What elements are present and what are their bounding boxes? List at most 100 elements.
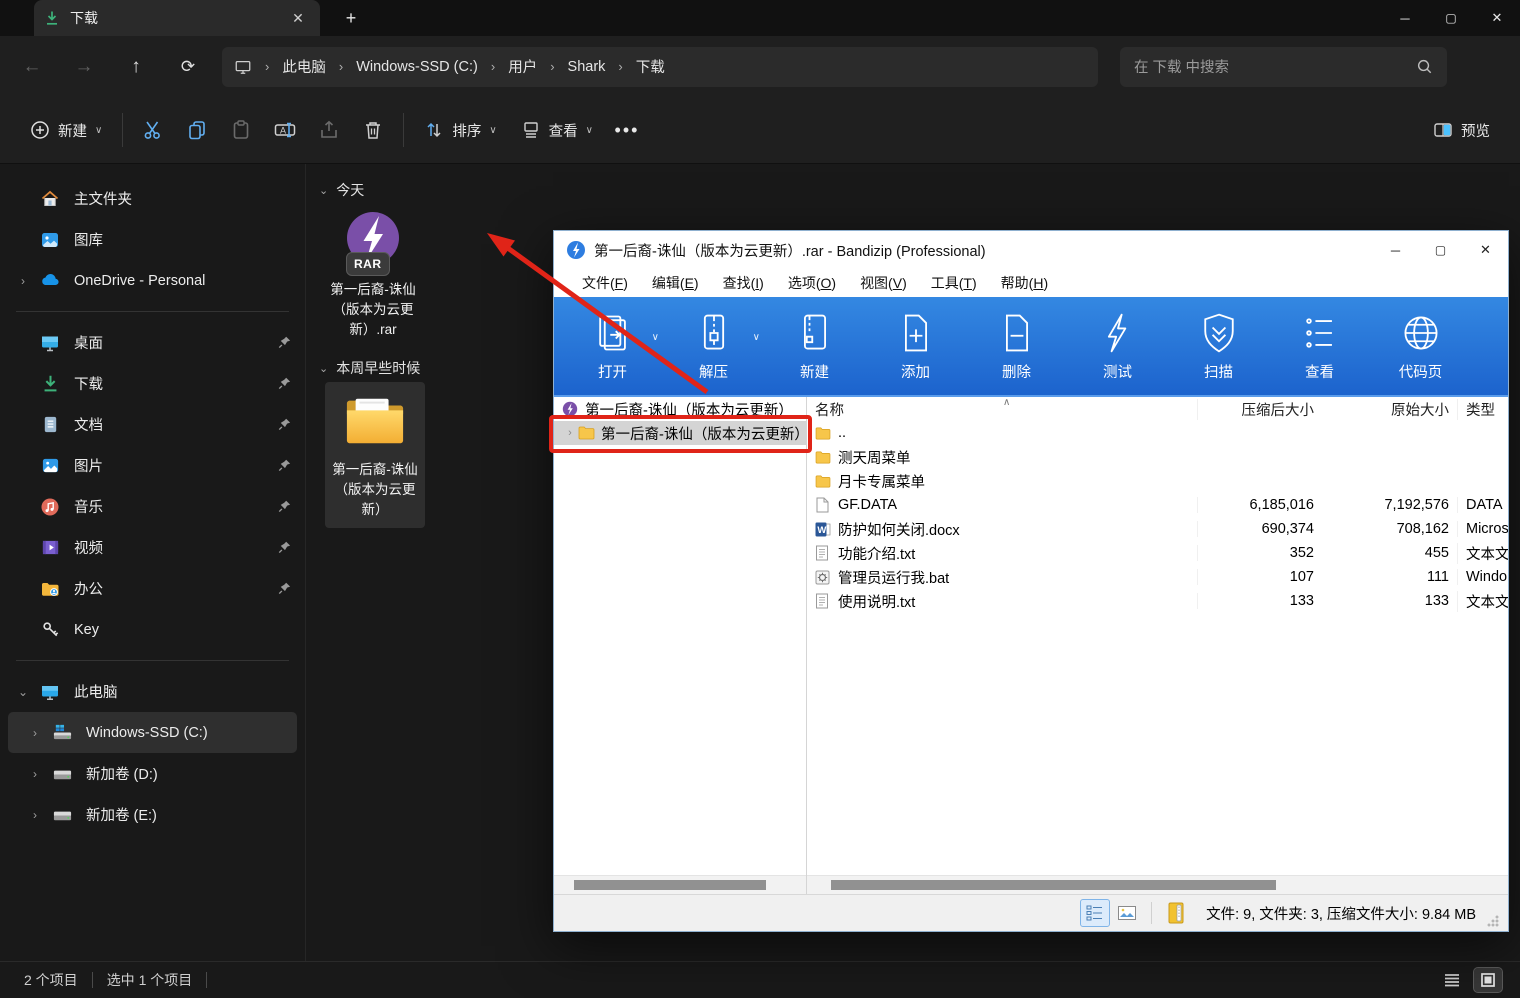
- menu-find[interactable]: 查找(I): [711, 273, 776, 293]
- tree-root-archive[interactable]: 第一后裔-诛仙（版本为云更新）: [554, 397, 806, 421]
- list-row-file[interactable]: GF.DATA 6,185,016 7,192,576 DATA: [807, 493, 1508, 517]
- bandizip-title-bar[interactable]: 第一后裔-诛仙（版本为云更新）.rar - Bandizip (Professi…: [554, 231, 1508, 269]
- breadcrumb-drive-c[interactable]: Windows-SSD (C:): [354, 57, 480, 77]
- sidebar-item-documents[interactable]: 文档: [8, 404, 297, 445]
- refresh-button[interactable]: ⟳: [168, 47, 208, 87]
- test-button[interactable]: 测试: [1067, 302, 1168, 390]
- list-row-folder[interactable]: 月卡专属菜单: [807, 469, 1508, 493]
- share-button[interactable]: [307, 108, 351, 152]
- sidebar-item-volume-e[interactable]: › 新加卷 (E:): [8, 794, 297, 835]
- sidebar-item-videos[interactable]: 视频: [8, 527, 297, 568]
- file-item-folder[interactable]: 第一后裔-诛仙（版本为云更新）: [325, 382, 425, 528]
- view-list-button[interactable]: 查看: [1269, 302, 1370, 390]
- image-preview-toggle[interactable]: [1113, 900, 1141, 926]
- tree-horizontal-scrollbar[interactable]: [554, 875, 806, 894]
- menu-view[interactable]: 视图(V): [848, 273, 919, 293]
- sidebar-item-office[interactable]: 办公: [8, 568, 297, 609]
- rename-button[interactable]: A: [263, 108, 307, 152]
- sidebar-item-home[interactable]: 主文件夹: [8, 178, 297, 219]
- list-row-parent-dir[interactable]: ..: [807, 421, 1508, 445]
- paste-button[interactable]: [219, 108, 263, 152]
- chevron-down-icon[interactable]: ∨: [652, 332, 659, 343]
- column-header-packed-size[interactable]: 压缩后大小: [1197, 398, 1322, 420]
- list-horizontal-scrollbar[interactable]: [807, 875, 1508, 894]
- text-file-icon: [815, 593, 832, 609]
- breadcrumb-this-pc[interactable]: 此电脑: [280, 54, 328, 79]
- explorer-tab-downloads[interactable]: 下载 ✕: [34, 0, 320, 36]
- sidebar-item-windows-ssd-c[interactable]: › Windows-SSD (C:): [8, 712, 297, 753]
- new-archive-button[interactable]: 新建: [764, 302, 865, 390]
- file-item-rar[interactable]: RAR 第一后裔-诛仙（版本为云更新）.rar: [325, 206, 421, 340]
- column-header-type[interactable]: 类型: [1457, 398, 1508, 420]
- sidebar-item-onedrive[interactable]: › OneDrive - Personal: [8, 260, 297, 301]
- batch-file-icon: [815, 569, 832, 585]
- menu-edit[interactable]: 编辑(E): [640, 273, 711, 293]
- address-bar[interactable]: › 此电脑 › Windows-SSD (C:) › 用户 › Shark › …: [222, 46, 1098, 87]
- list-row-file[interactable]: W 防护如何关闭.docx 690,374 708,162 Micros: [807, 517, 1508, 541]
- view-button[interactable]: 查看 ∨: [509, 112, 605, 149]
- new-tab-button[interactable]: +: [336, 4, 366, 32]
- new-button[interactable]: 新建 ∨: [18, 112, 114, 149]
- sidebar-item-desktop[interactable]: 桌面: [8, 322, 297, 363]
- search-input[interactable]: 在 下载 中搜索: [1120, 46, 1447, 87]
- sidebar-item-pictures[interactable]: 图片: [8, 445, 297, 486]
- tab-close-icon[interactable]: ✕: [286, 10, 310, 27]
- sidebar-item-volume-d[interactable]: › 新加卷 (D:): [8, 753, 297, 794]
- menu-file[interactable]: 文件(F): [570, 273, 640, 293]
- bandizip-maximize-button[interactable]: ▢: [1418, 231, 1463, 269]
- list-row-file[interactable]: 使用说明.txt 133 133 文本文: [807, 589, 1508, 613]
- sidebar-item-downloads[interactable]: 下载: [8, 363, 297, 404]
- bandizip-tree-panel: 第一后裔-诛仙（版本为云更新） › 第一后裔-诛仙（版本为云更新）: [554, 397, 807, 894]
- chevron-right-icon[interactable]: ›: [20, 767, 50, 781]
- delete-button[interactable]: 删除: [966, 302, 1067, 390]
- explorer-minimize-button[interactable]: ─: [1382, 0, 1428, 36]
- extract-button[interactable]: 解压 ∨: [663, 302, 764, 390]
- menu-help[interactable]: 帮助(H): [989, 273, 1060, 293]
- group-header-today[interactable]: ⌄ 今天: [319, 180, 1520, 200]
- preview-button[interactable]: 预览: [1421, 112, 1502, 149]
- breadcrumb-shark[interactable]: Shark: [566, 57, 608, 77]
- sidebar-item-gallery[interactable]: 图库: [8, 219, 297, 260]
- copy-button[interactable]: [175, 108, 219, 152]
- chevron-right-icon[interactable]: ›: [8, 274, 38, 288]
- breadcrumb-downloads[interactable]: 下载: [634, 54, 667, 79]
- chevron-down-icon[interactable]: ⌄: [8, 685, 38, 699]
- tree-folder-selected[interactable]: › 第一后裔-诛仙（版本为云更新）: [554, 421, 806, 445]
- chevron-right-icon: ›: [338, 59, 344, 74]
- list-row-file[interactable]: 管理员运行我.bat 107 111 Windo: [807, 565, 1508, 589]
- column-header-original-size[interactable]: 原始大小: [1322, 399, 1457, 420]
- sidebar-item-this-pc[interactable]: ⌄ 此电脑: [8, 671, 297, 712]
- sidebar-item-key[interactable]: Key: [8, 609, 297, 650]
- details-view-toggle[interactable]: [1080, 899, 1111, 927]
- back-button[interactable]: ←: [12, 47, 52, 87]
- explorer-maximize-button[interactable]: ▢: [1428, 0, 1474, 36]
- scan-button[interactable]: 扫描: [1168, 302, 1269, 390]
- cut-button[interactable]: [131, 108, 175, 152]
- forward-button[interactable]: →: [64, 47, 104, 87]
- chevron-right-icon[interactable]: ›: [562, 427, 578, 439]
- chevron-right-icon[interactable]: ›: [20, 726, 50, 740]
- add-button[interactable]: 添加: [865, 302, 966, 390]
- more-options-button[interactable]: •••: [605, 108, 649, 152]
- bandizip-close-button[interactable]: ✕: [1463, 231, 1508, 269]
- menu-options[interactable]: 选项(O): [776, 273, 848, 293]
- delete-button[interactable]: [351, 108, 395, 152]
- bandizip-minimize-button[interactable]: ─: [1373, 231, 1418, 269]
- breadcrumb-users[interactable]: 用户: [506, 54, 539, 79]
- list-row-file[interactable]: 功能介绍.txt 352 455 文本文: [807, 541, 1508, 565]
- column-header-name[interactable]: 名称 ∧: [807, 399, 1197, 420]
- explorer-close-button[interactable]: ✕: [1474, 0, 1520, 36]
- details-view-button[interactable]: [1438, 968, 1466, 992]
- archive-folder-icon[interactable]: [1162, 900, 1190, 926]
- chevron-down-icon[interactable]: ∨: [753, 332, 760, 343]
- large-icons-view-button[interactable]: [1473, 967, 1503, 993]
- list-row-folder[interactable]: 测天周菜单: [807, 445, 1508, 469]
- resize-grip[interactable]: [1486, 914, 1500, 928]
- sidebar-item-music[interactable]: 音乐: [8, 486, 297, 527]
- codepage-button[interactable]: 代码页: [1370, 302, 1471, 390]
- up-button[interactable]: ↑: [116, 47, 156, 87]
- sort-button[interactable]: 排序 ∨: [412, 112, 508, 149]
- chevron-right-icon[interactable]: ›: [20, 808, 50, 822]
- open-button[interactable]: 打开 ∨: [562, 302, 663, 390]
- menu-tools[interactable]: 工具(T): [919, 273, 989, 293]
